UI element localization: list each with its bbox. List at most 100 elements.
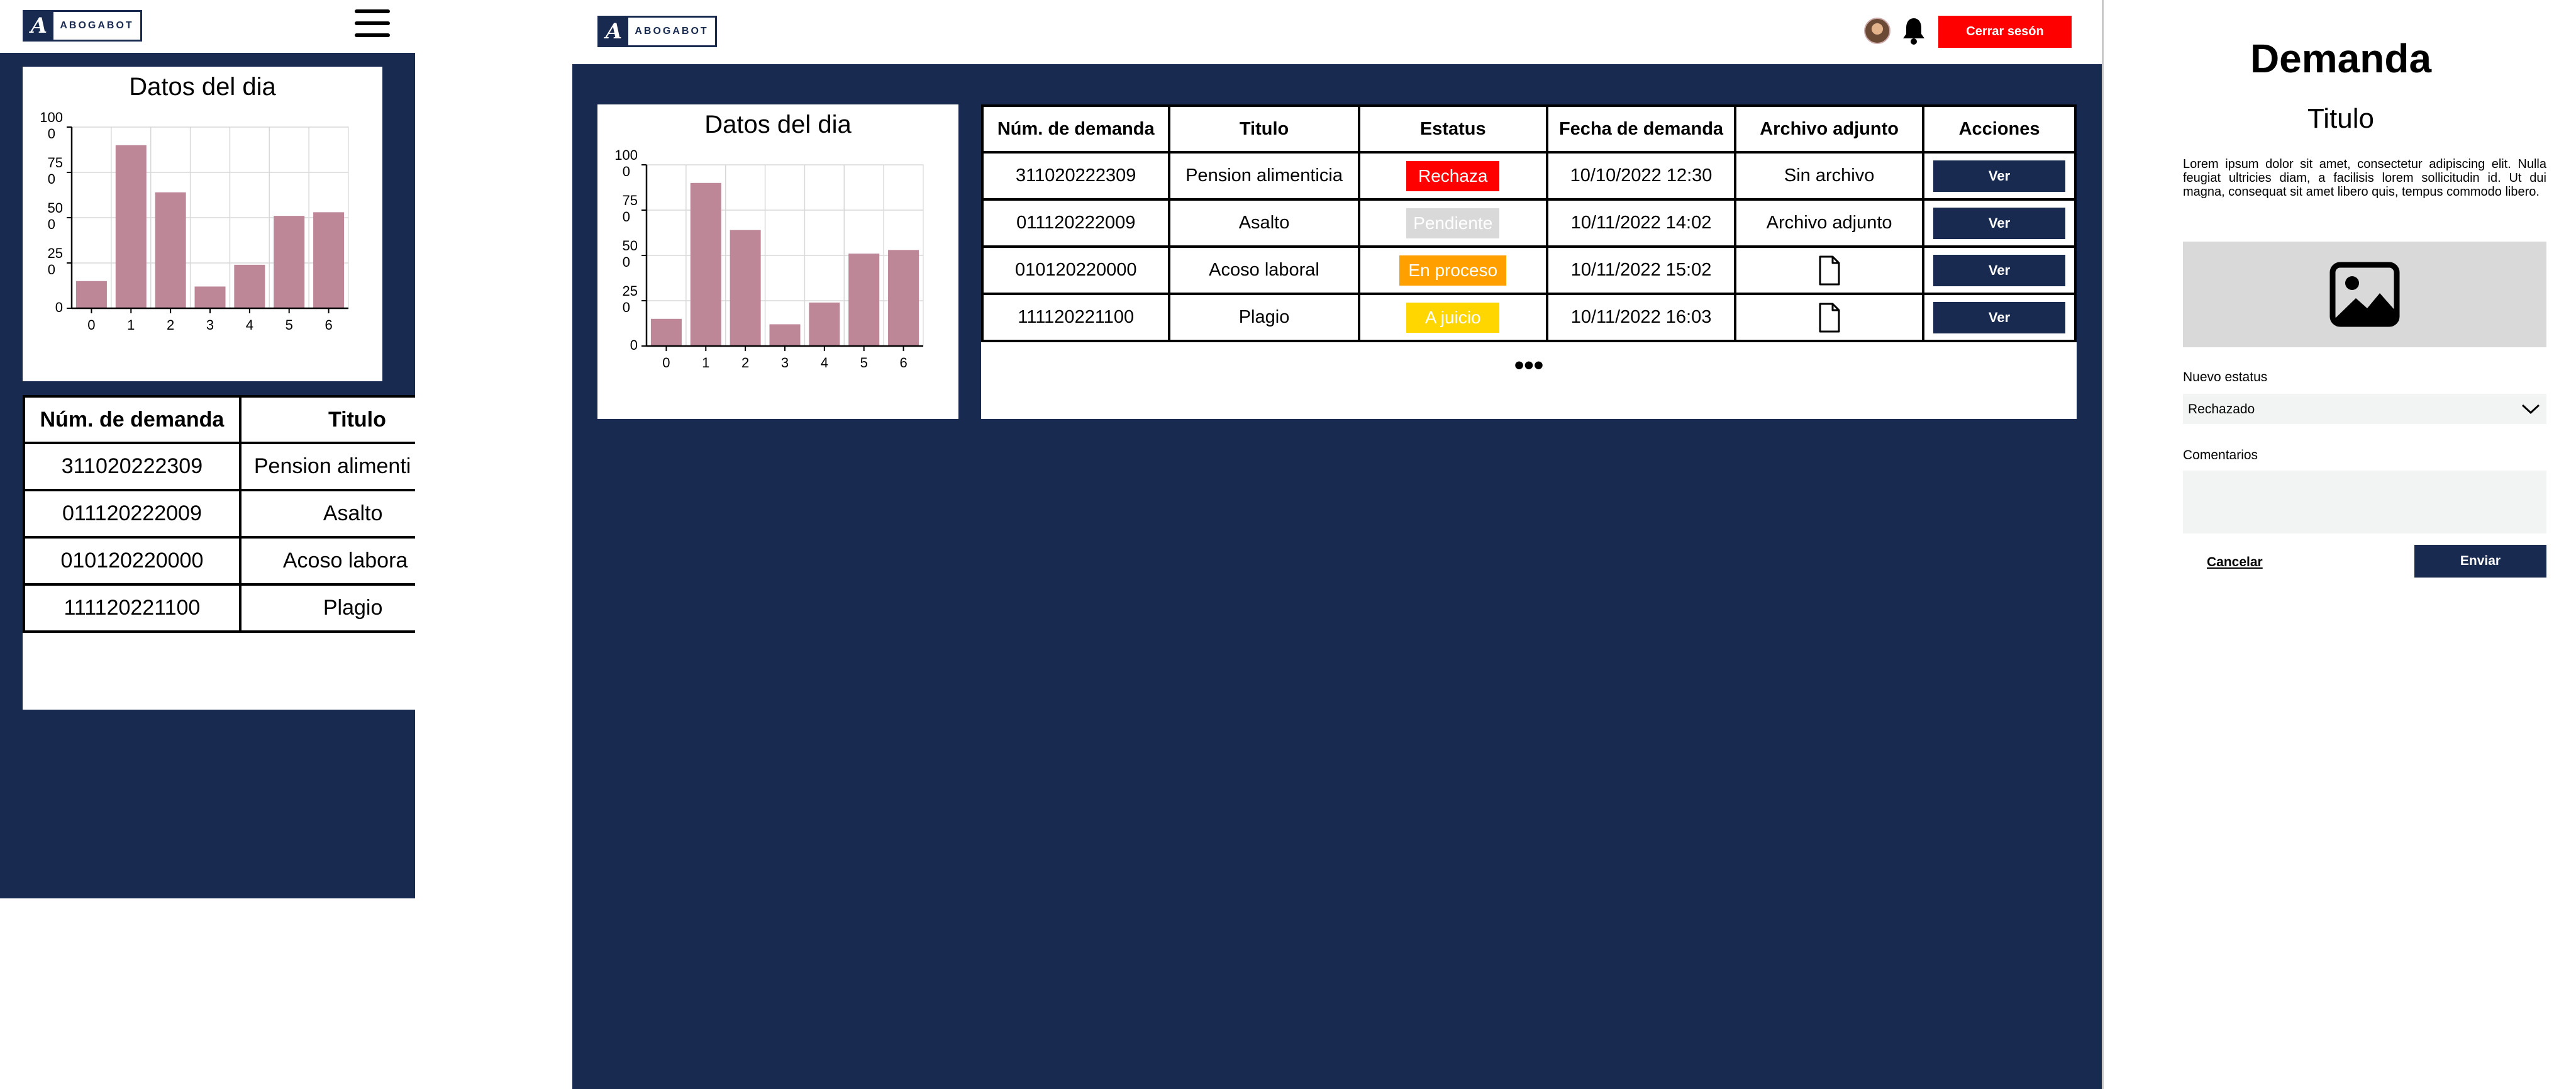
status-badge: A juicio — [1406, 302, 1500, 333]
cell-archivo: Sin archivo — [1734, 151, 1925, 201]
status-label: Nuevo estatus — [2183, 370, 2268, 384]
x-tick-label: 5 — [286, 317, 293, 333]
cell-acciones: Ver — [1922, 198, 2077, 248]
status-badge: Rechaza — [1406, 160, 1500, 191]
chart-bar — [115, 145, 147, 309]
cell-fecha: 10/11/2022 14:02 — [1545, 198, 1737, 248]
table-row[interactable]: 011120222009 Asalto — [23, 489, 415, 539]
mobile-cell-titulo: Asalto — [238, 489, 415, 539]
cell-fecha: 10/11/2022 15:02 — [1545, 245, 1737, 295]
mobile-cell-titulo: Plagio — [238, 583, 415, 633]
desktop-chart-title: Datos del dia — [704, 111, 852, 138]
mobile-logo[interactable]: A ABOGABOT — [23, 10, 142, 42]
comments-label: Comentarios — [2183, 448, 2258, 462]
status-badge: Pendiente — [1406, 208, 1500, 238]
more-rows-indicator[interactable]: ••• — [981, 350, 2077, 381]
mobile-bar-chart: 0 25 0 50 0 75 0 100 0 0 1 2 3 4 5 6 — [40, 111, 349, 333]
chevron-down-icon — [2521, 404, 2540, 415]
chart-bar — [234, 264, 265, 308]
cell-archivo: Archivo adjunto — [1734, 198, 1925, 248]
col-acciones: Acciones — [1922, 104, 2077, 154]
mobile-cell-num: 111120221100 — [23, 583, 242, 633]
table-row[interactable]: 111120221100 Plagio — [23, 583, 415, 633]
y-tick-label: 75 0 — [48, 155, 63, 187]
table-row[interactable]: 010120220000 Acoso labora — [23, 536, 415, 586]
y-tick-label: 0 — [630, 337, 638, 353]
ver-button[interactable]: Ver — [1933, 207, 2066, 239]
mobile-cell-num: 311020222309 — [23, 442, 242, 491]
chart-bar — [809, 302, 840, 346]
file-icon[interactable] — [1818, 302, 1841, 333]
col-titulo: Titulo — [1168, 104, 1360, 154]
chart-bar — [888, 250, 919, 346]
table-row[interactable]: 311020222309 Pension alimenti — [23, 442, 415, 491]
col-num-demanda: Núm. de demanda — [980, 104, 1171, 154]
mobile-cell-num: 011120222009 — [23, 489, 242, 539]
cell-estatus: A juicio — [1357, 293, 1548, 342]
x-tick-label: 4 — [246, 317, 253, 333]
comments-field[interactable] — [2183, 471, 2546, 533]
x-tick-label: 6 — [899, 355, 907, 371]
cell-archivo — [1734, 245, 1925, 295]
logout-button[interactable]: Cerrar sesón — [1938, 16, 2072, 48]
mobile-table-area: Núm. de demanda Titulo 311020222309 Pens… — [23, 395, 415, 710]
cancel-button[interactable]: Cancelar — [2207, 555, 2263, 570]
desktop-logo[interactable]: A ABOGABOT — [597, 16, 717, 47]
cell-estatus: En proceso — [1357, 245, 1548, 295]
bell-icon[interactable] — [1901, 16, 1926, 45]
x-tick-label: 2 — [741, 355, 749, 371]
image-placeholder — [2183, 242, 2546, 347]
col-archivo: Archivo adjunto — [1734, 104, 1925, 154]
chart-bar — [650, 318, 682, 346]
x-tick-label: 0 — [662, 355, 670, 371]
y-tick-label: 100 0 — [614, 148, 638, 179]
chart-bar — [75, 281, 107, 308]
col-fecha: Fecha de demanda — [1545, 104, 1737, 154]
cell-titulo: Plagio — [1168, 293, 1360, 342]
send-button[interactable]: Enviar — [2414, 545, 2546, 578]
cell-num: 010120220000 — [980, 245, 1171, 295]
logo-word: ABOGABOT — [60, 20, 134, 31]
cell-num: 111120221100 — [980, 293, 1171, 342]
status-badge: En proceso — [1399, 255, 1507, 286]
chart-bar — [274, 216, 305, 308]
desktop-table-area: Núm. de demanda Titulo Estatus Fecha de … — [980, 104, 2077, 419]
x-tick-label: 3 — [781, 355, 789, 371]
table-row: 111120221100 Plagio A juicio 10/11/2022 … — [980, 293, 2077, 342]
mobile-cell-titulo: Acoso labora — [238, 536, 415, 586]
mobile-chart-title: Datos del dia — [129, 73, 276, 101]
mobile-cell-titulo: Pension alimenti — [238, 442, 415, 491]
demand-table: Núm. de demanda Titulo Estatus Fecha de … — [980, 104, 2077, 342]
x-tick-label: 1 — [127, 317, 135, 333]
ver-button[interactable]: Ver — [1933, 254, 2066, 286]
chart-bar — [848, 254, 880, 346]
chart-bar — [730, 230, 761, 346]
ver-button[interactable]: Ver — [1933, 301, 2066, 333]
mobile-cell-num: 010120220000 — [23, 536, 242, 586]
x-tick-label: 3 — [206, 317, 214, 333]
y-tick-label: 100 0 — [40, 111, 63, 142]
logo-word: ABOGABOT — [635, 26, 709, 36]
hamburger-menu-icon[interactable] — [355, 9, 390, 37]
cell-num: 011120222009 — [980, 198, 1171, 248]
panel-title: Demanda — [2250, 36, 2432, 81]
y-tick-label: 75 0 — [623, 193, 638, 225]
cell-fecha: 10/11/2022 16:03 — [1545, 293, 1737, 342]
avatar[interactable] — [1864, 18, 1890, 44]
y-tick-label: 25 0 — [48, 245, 63, 277]
desktop-frame: A ABOGABOT Cerrar sesón Datos del dia 0 2… — [572, 0, 2102, 1089]
panel-description: Lorem ipsum dolor sit amet, consectetur … — [2183, 157, 2546, 199]
chart-bar — [155, 192, 186, 308]
ver-button[interactable]: Ver — [1933, 160, 2066, 192]
status-select-value: Rechazado — [2188, 402, 2255, 416]
x-tick-label: 1 — [702, 355, 709, 371]
table-row: 011120222009 Asalto Pendiente 10/11/2022… — [980, 198, 2077, 248]
mobile-chart-card: Datos del dia 0 25 0 50 0 75 0 100 0 0 1 2 3 4 5 6 — [23, 67, 382, 381]
col-estatus: Estatus — [1357, 104, 1548, 154]
file-icon[interactable] — [1818, 255, 1841, 286]
y-tick-label: 25 0 — [623, 283, 638, 315]
mobile-frame: A ABOGABOT Datos del dia 0 25 0 50 0 75 0 100 0 0… — [0, 0, 415, 898]
mobile-demand-table: Núm. de demanda Titulo 311020222309 Pens… — [23, 395, 415, 633]
chart-bar — [313, 212, 345, 308]
status-select[interactable]: Rechazado — [2183, 394, 2546, 424]
